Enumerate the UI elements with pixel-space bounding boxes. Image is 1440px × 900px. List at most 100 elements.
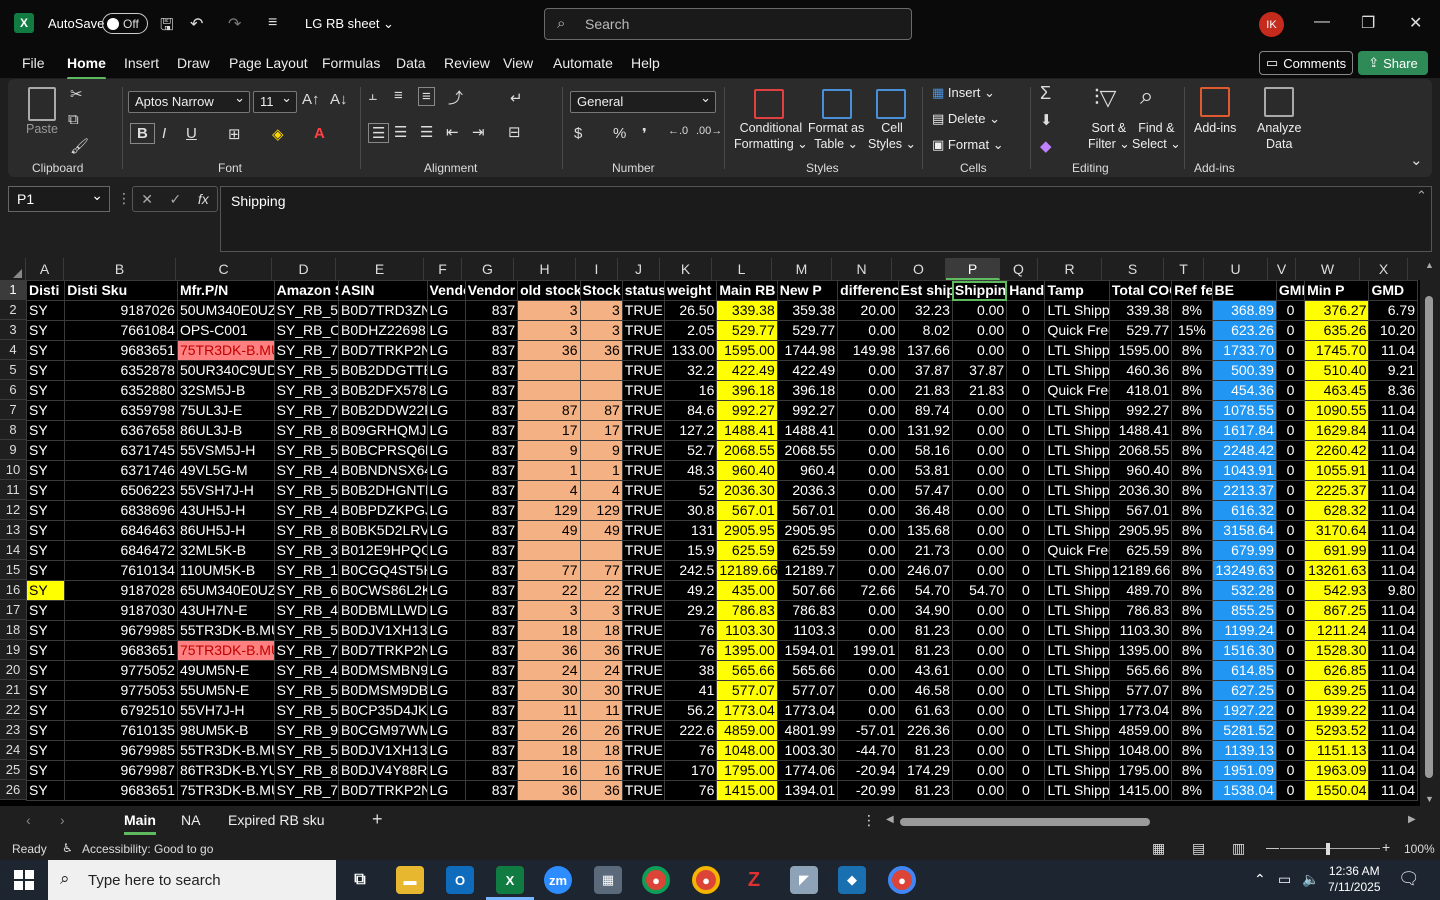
cell[interactable]	[517, 540, 581, 561]
row-header[interactable]: 13	[0, 520, 26, 540]
column-header[interactable]: Q	[1000, 258, 1038, 280]
cell[interactable]: LG	[426, 560, 466, 581]
cell[interactable]: 0.00	[951, 760, 1008, 781]
column-header[interactable]: E	[336, 258, 424, 280]
cell[interactable]: SY_RB_55T	[273, 740, 339, 761]
cell[interactable]: TRUE	[621, 560, 666, 581]
cell[interactable]: 0.00	[951, 340, 1008, 361]
cell[interactable]: B0BNDNSX64	[337, 460, 428, 481]
currency-icon[interactable]: $	[574, 125, 582, 142]
cell[interactable]: 1488.41	[716, 420, 778, 441]
cell[interactable]: SY	[25, 600, 66, 621]
cell[interactable]: 0	[1006, 740, 1046, 761]
column-header[interactable]: U	[1204, 258, 1268, 280]
cell[interactable]: 376.27	[1304, 300, 1370, 321]
cell[interactable]: LTL Shippi	[1044, 500, 1110, 521]
cell[interactable]: LTL Shippi	[1044, 620, 1110, 641]
cell[interactable]: B09GRHQMJ1	[337, 420, 428, 441]
analyze-data-icon[interactable]	[1264, 87, 1294, 117]
cell[interactable]: TRUE	[621, 340, 666, 361]
cell[interactable]: -57.01	[837, 720, 899, 741]
cell[interactable]: 992.27	[716, 400, 778, 421]
cell[interactable]: LG	[426, 300, 466, 321]
zoom-in-icon[interactable]: +	[1382, 839, 1390, 855]
format-as-table-button[interactable]: Format as Table ⌄	[808, 120, 864, 152]
row-header[interactable]: 3	[0, 320, 26, 340]
cell[interactable]: 4	[517, 480, 581, 501]
cell[interactable]: 61.63	[897, 700, 953, 721]
cell[interactable]: 1415.00	[716, 780, 778, 801]
cell[interactable]: 54.70	[897, 580, 953, 601]
cell[interactable]: 72.66	[837, 580, 899, 601]
cell[interactable]: 567.01	[1108, 500, 1173, 521]
cell[interactable]: 625.59	[776, 540, 839, 561]
cell[interactable]: TRUE	[621, 600, 666, 621]
cell[interactable]: 627.25	[1211, 680, 1277, 701]
cell[interactable]: 1103.30	[1108, 620, 1173, 641]
cell[interactable]: 75TR3DK-B.MUS	[176, 640, 275, 661]
cell[interactable]: LTL Shippi	[1044, 440, 1110, 461]
cell[interactable]: 1078.55	[1211, 400, 1277, 421]
cell[interactable]: 11.04	[1368, 760, 1418, 781]
cell[interactable]: 2068.55	[776, 440, 839, 461]
cell[interactable]: 11.04	[1368, 520, 1418, 541]
cell[interactable]: 0.00	[837, 380, 899, 401]
cell[interactable]: 20.00	[837, 300, 899, 321]
cell[interactable]: 837	[464, 520, 519, 541]
cell[interactable]: 22	[579, 580, 623, 601]
cell[interactable]: 1773.04	[1108, 700, 1173, 721]
comments-button[interactable]: ▭ Comments	[1259, 51, 1353, 75]
cell[interactable]: -20.99	[837, 780, 899, 801]
row-header[interactable]: 15	[0, 560, 26, 580]
cell[interactable]: 11	[517, 700, 581, 721]
cell[interactable]: SY_RB_55U	[273, 680, 339, 701]
cell[interactable]: 0	[1006, 540, 1046, 561]
cell[interactable]: 0	[1275, 560, 1306, 581]
cell[interactable]: 837	[464, 420, 519, 441]
cell[interactable]: 76	[664, 620, 718, 641]
cell[interactable]: TRUE	[621, 300, 666, 321]
cell[interactable]: LG	[426, 480, 466, 501]
cell[interactable]: 0	[1275, 720, 1306, 741]
cell[interactable]: 49	[517, 520, 581, 541]
cell[interactable]: LG	[426, 620, 466, 641]
cell[interactable]: 8%	[1171, 780, 1213, 801]
cell[interactable]: SY_RB_86T	[273, 760, 339, 781]
cell[interactable]: 75UL3J-E	[176, 400, 275, 421]
cell[interactable]: TRUE	[621, 740, 666, 761]
cell[interactable]: 11.04	[1368, 540, 1418, 561]
cell[interactable]: 529.77	[716, 320, 778, 341]
cell[interactable]: 131	[664, 520, 718, 541]
cell[interactable]: 55TR3DK-B.MUS	[176, 620, 275, 641]
cell[interactable]: 1199.24	[1211, 620, 1277, 641]
cell[interactable]: 837	[464, 640, 519, 661]
cell[interactable]: B0CP35D4JK	[337, 700, 428, 721]
cell[interactable]: TRUE	[621, 360, 666, 381]
fill-icon[interactable]: ⬇	[1040, 111, 1053, 129]
cell[interactable]: LTL Shippi	[1044, 300, 1110, 321]
cell[interactable]: 837	[464, 300, 519, 321]
cell[interactable]: 36	[517, 340, 581, 361]
cell[interactable]: B0B2DDGTTB	[337, 360, 428, 381]
cell[interactable]: 26	[517, 720, 581, 741]
cell[interactable]: LG	[426, 780, 466, 801]
cell[interactable]: 8%	[1171, 500, 1213, 521]
cell[interactable]: 0	[1275, 660, 1306, 681]
cell[interactable]: Mfr.P/N	[176, 280, 275, 301]
cell[interactable]: 0.00	[837, 320, 899, 341]
row-header[interactable]: 17	[0, 600, 26, 620]
cell[interactable]: Min P	[1304, 280, 1370, 301]
cell[interactable]: 9679987	[64, 760, 178, 781]
cell[interactable]: 13249.63	[1211, 560, 1277, 581]
cell[interactable]: SY_RB_110	[273, 560, 339, 581]
cell[interactable]: 3	[579, 300, 623, 321]
cell[interactable]: 1795.00	[716, 760, 778, 781]
cell[interactable]: LTL Shippi	[1044, 340, 1110, 361]
cell[interactable]: TRUE	[621, 680, 666, 701]
cell[interactable]: 396.18	[776, 380, 839, 401]
cell[interactable]: differenc	[837, 280, 899, 301]
tab-view[interactable]: View	[503, 55, 533, 71]
cell[interactable]: LG	[426, 700, 466, 721]
file-explorer-icon[interactable]: ▬	[396, 866, 424, 894]
cell[interactable]: 0	[1006, 360, 1046, 381]
